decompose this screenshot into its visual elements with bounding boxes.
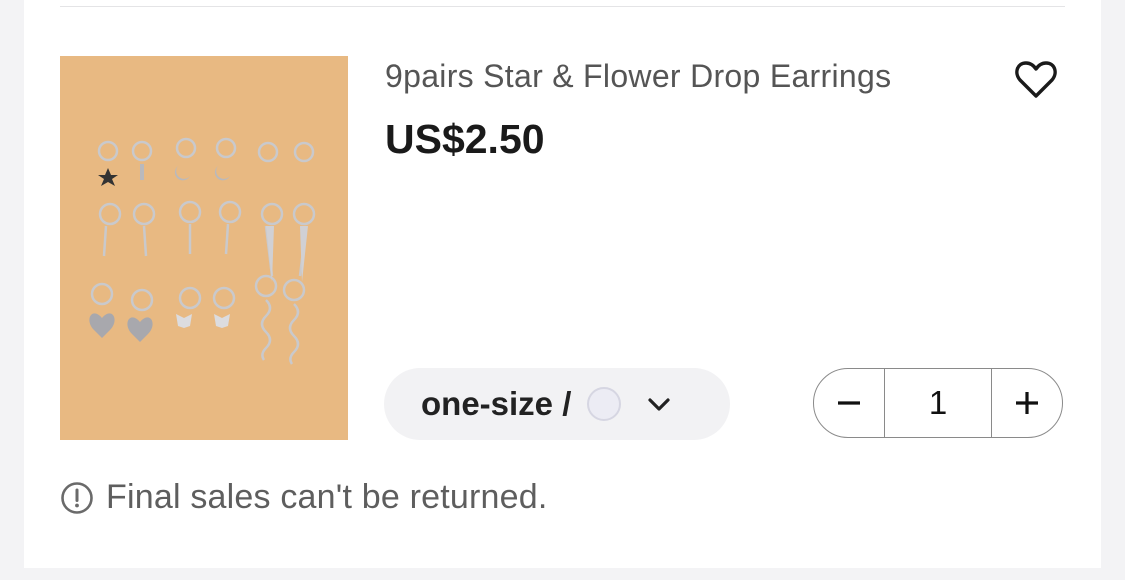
product-image[interactable]	[60, 56, 348, 440]
final-sale-notice: Final sales can't be returned.	[60, 478, 548, 517]
wishlist-button[interactable]	[1012, 56, 1060, 104]
plus-icon	[1016, 392, 1038, 414]
divider	[60, 6, 1065, 7]
product-title[interactable]: 9pairs Star & Flower Drop Earrings	[385, 58, 985, 95]
quantity-value[interactable]: 1	[884, 369, 992, 437]
product-price: US$2.50	[385, 116, 545, 162]
cart-item-card: 9pairs Star & Flower Drop Earrings US$2.…	[24, 0, 1101, 568]
minus-icon	[838, 401, 860, 405]
increase-quantity-button[interactable]	[992, 369, 1062, 437]
info-circle-icon	[61, 481, 93, 514]
color-swatch	[587, 387, 622, 421]
quantity-stepper: 1	[813, 368, 1063, 438]
heart-outline-icon	[1015, 61, 1057, 98]
earrings-product-photo	[89, 137, 316, 365]
notice-text: Final sales can't be returned.	[106, 478, 548, 516]
chevron-down-icon	[648, 398, 670, 411]
variant-selector[interactable]: one-size /	[384, 368, 730, 440]
decrease-quantity-button[interactable]	[814, 369, 884, 437]
variant-label: one-size /	[421, 385, 572, 422]
